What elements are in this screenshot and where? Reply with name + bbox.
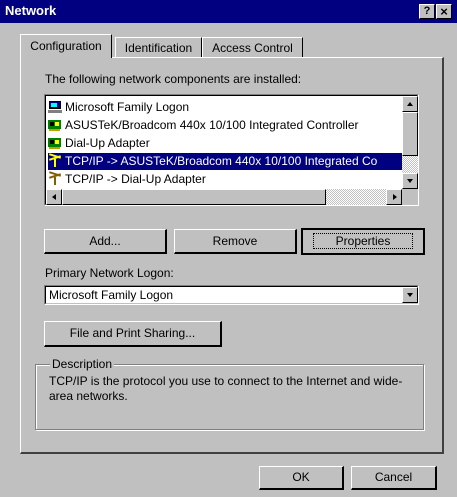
list-item-label: Dial-Up Adapter <box>65 136 150 150</box>
tab-access-control[interactable]: Access Control <box>202 37 303 57</box>
ok-button[interactable]: OK <box>259 466 344 490</box>
computer-icon <box>48 101 62 113</box>
list-item[interactable]: ASUSTeK/Broadcom 440x 10/100 Integrated … <box>48 117 402 134</box>
network-card-icon <box>48 137 62 149</box>
logon-label: Primary Network Logon: <box>45 266 174 280</box>
scroll-left-button[interactable] <box>46 189 62 205</box>
scrollbar-corner <box>402 189 418 205</box>
arrow-right-icon <box>393 194 397 200</box>
scroll-down-button[interactable] <box>402 173 418 189</box>
scroll-right-button[interactable] <box>386 189 402 205</box>
list-item[interactable]: Microsoft Family Logon <box>48 99 402 116</box>
horizontal-scroll-thumb[interactable] <box>62 189 326 205</box>
horizontal-scrollbar[interactable] <box>46 189 402 205</box>
description-text: TCP/IP is the protocol you use to connec… <box>49 374 403 403</box>
logon-label-text: Primary Network Logon: <box>45 266 174 280</box>
tab-identification-label: Identification <box>124 41 193 55</box>
components-label: The following network components are ins… <box>45 72 301 86</box>
logon-dropdown[interactable]: Microsoft Family Logon <box>44 285 419 305</box>
tab-configuration-label: Configuration <box>30 39 102 53</box>
arrow-left-icon <box>52 194 56 200</box>
close-button[interactable]: × <box>436 4 452 19</box>
list-item[interactable]: TCP/IP -> Dial-Up Adapter <box>48 171 402 188</box>
description-label: Description <box>50 357 115 371</box>
ok-button-label: OK <box>292 470 310 484</box>
properties-button[interactable]: Properties <box>301 228 425 255</box>
dropdown-button[interactable] <box>402 287 418 303</box>
add-button[interactable]: Add... <box>44 229 167 254</box>
components-label-text: The following network components are ins… <box>45 72 302 86</box>
add-button-label: Add... <box>89 234 121 248</box>
list-item-label: TCP/IP -> ASUSTeK/Broadcom 440x 10/100 I… <box>65 154 378 168</box>
remove-button-label: Remove <box>212 234 258 248</box>
protocol-icon <box>48 153 62 167</box>
components-list: Microsoft Family Logon ASUSTeK/Broadcom … <box>46 96 402 189</box>
tab-identification[interactable]: Identification <box>115 37 202 57</box>
tab-configuration[interactable]: Configuration <box>20 34 112 58</box>
vertical-scrollbar[interactable] <box>402 96 418 189</box>
network-dialog: Network ? × Configuration Identification… <box>0 0 457 497</box>
scroll-up-button[interactable] <box>402 96 418 112</box>
cancel-button[interactable]: Cancel <box>351 466 437 490</box>
title-bar[interactable]: Network ? × <box>0 0 457 23</box>
list-item-label: TCP/IP -> Dial-Up Adapter <box>65 172 206 186</box>
list-item-label: ASUSTeK/Broadcom 440x 10/100 Integrated … <box>65 118 359 132</box>
properties-button-label: Properties <box>312 233 414 249</box>
protocol-icon <box>48 171 62 185</box>
arrow-up-icon <box>407 102 413 106</box>
file-print-sharing-button[interactable]: File and Print Sharing... <box>44 321 222 347</box>
components-listbox[interactable]: Microsoft Family Logon ASUSTeK/Broadcom … <box>44 94 419 206</box>
help-button[interactable]: ? <box>419 4 435 19</box>
list-item-label: Microsoft Family Logon <box>65 100 190 114</box>
window-title: Network <box>5 3 57 18</box>
list-item-selected[interactable]: TCP/IP -> ASUSTeK/Broadcom 440x 10/100 I… <box>48 153 402 170</box>
network-card-icon <box>48 119 62 131</box>
list-item[interactable]: Dial-Up Adapter <box>48 135 402 152</box>
description-group: Description TCP/IP is the protocol you u… <box>35 357 424 430</box>
cancel-button-label: Cancel <box>374 470 413 484</box>
logon-dropdown-value: Microsoft Family Logon <box>49 288 174 302</box>
remove-button[interactable]: Remove <box>174 229 297 254</box>
file-print-sharing-label: File and Print Sharing... <box>69 326 196 340</box>
arrow-down-icon <box>407 179 413 183</box>
chevron-down-icon <box>407 293 413 297</box>
scroll-thumb[interactable] <box>402 112 418 156</box>
tab-access-control-label: Access Control <box>212 41 293 55</box>
